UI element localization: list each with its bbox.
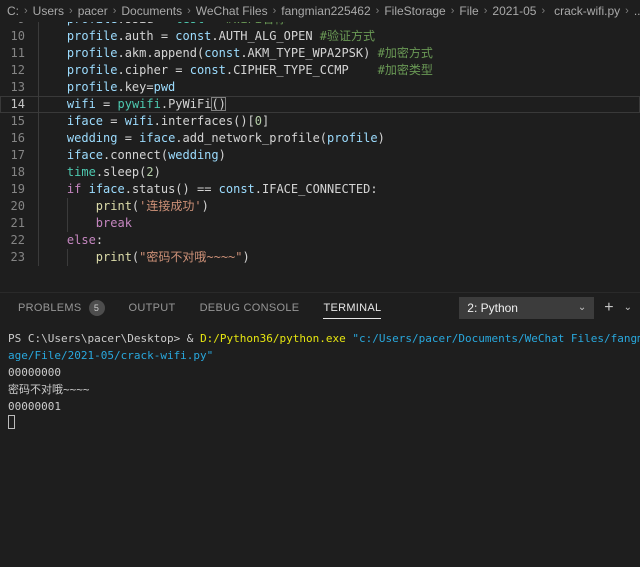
breadcrumb-separator: ›	[451, 5, 455, 17]
breadcrumb-symbol-more[interactable]: ...	[634, 4, 640, 18]
breadcrumb-item[interactable]: C:	[7, 4, 19, 18]
code-line-text: time.sleep(2)	[38, 164, 640, 181]
code-line-text: print("密码不对哦~~~~")	[38, 249, 640, 266]
code-line[interactable]: 12 profile.cipher = const.CIPHER_TYPE_CC…	[0, 62, 640, 79]
code-line[interactable]: 16 wedding = iface.add_network_profile(p…	[0, 130, 640, 147]
line-number: 15	[0, 113, 38, 130]
code-line-text: profile.auth = const.AUTH_ALG_OPEN #验证方式	[38, 28, 640, 45]
breadcrumb-file[interactable]: crack-wifi.py	[554, 4, 620, 18]
breadcrumb-separator: ›	[24, 5, 28, 17]
indent-guide	[67, 249, 68, 266]
breadcrumb-separator: ›	[187, 5, 191, 17]
problems-count-badge: 5	[89, 300, 105, 316]
code-line-text: break	[38, 215, 640, 232]
indent-guide	[38, 22, 39, 266]
panel-tab-problems[interactable]: PROBLEMS5	[18, 293, 105, 323]
code-line-text: wifi = pywifi.PyWiFi()	[38, 96, 640, 113]
code-line-text: iface = wifi.interfaces()[0]	[38, 113, 640, 130]
breadcrumb-separator: ›	[113, 5, 117, 17]
breadcrumb-item[interactable]: FileStorage	[384, 4, 445, 18]
terminal-select-value: 2: Python	[467, 301, 578, 315]
terminal-line: age/File/2021-05/crack-wifi.py"	[8, 347, 640, 364]
breadcrumb-separator: ›	[484, 5, 488, 17]
terminal-line: 密码不对哦~~~~	[8, 381, 640, 398]
terminal-cursor-line	[8, 415, 640, 432]
code-line[interactable]: 22 else:	[0, 232, 640, 249]
panel-tab-terminal[interactable]: TERMINAL	[323, 293, 381, 323]
panel-tabs: PROBLEMS5 OUTPUT DEBUG CONSOLE TERMINAL	[18, 293, 381, 323]
breadcrumb-item[interactable]: fangmian225462	[281, 4, 370, 18]
code-line[interactable]: 13 profile.key=pwd	[0, 79, 640, 96]
code-line[interactable]: 10 profile.auth = const.AUTH_ALG_OPEN #验…	[0, 28, 640, 45]
code-line[interactable]: 17 iface.connect(wedding)	[0, 147, 640, 164]
line-number: 12	[0, 62, 38, 79]
line-number: 23	[0, 249, 38, 266]
line-number: 20	[0, 198, 38, 215]
breadcrumb-item[interactable]: WeChat Files	[196, 4, 268, 18]
code-line[interactable]: 18 time.sleep(2)	[0, 164, 640, 181]
line-number: 13	[0, 79, 38, 96]
line-number: 11	[0, 45, 38, 62]
panel-header: PROBLEMS5 OUTPUT DEBUG CONSOLE TERMINAL 2: …	[0, 292, 640, 322]
code-line-text: wedding = iface.add_network_profile(prof…	[38, 130, 640, 147]
code-line[interactable]: 21 break	[0, 215, 640, 232]
terminal-select[interactable]: 2: Python ⌄	[459, 297, 594, 319]
code-line[interactable]: 19 if iface.status() == const.IFACE_CONN…	[0, 181, 640, 198]
terminal-cursor	[8, 415, 15, 429]
breadcrumb-separator: ›	[541, 5, 545, 17]
panel-tab-output[interactable]: OUTPUT	[129, 293, 176, 323]
code-line-text: print('连接成功')	[38, 198, 640, 215]
code-line[interactable]: 14 wifi = pywifi.PyWiFi()	[0, 96, 640, 113]
breadcrumb-separator: ›	[273, 5, 277, 17]
breadcrumb-separator: ›	[625, 5, 629, 17]
code-line[interactable]: 11 profile.akm.append(const.AKM_TYPE_WPA…	[0, 45, 640, 62]
indent-guide	[67, 198, 68, 232]
code-editor[interactable]: 9 profile.ssid = test #WiFi名称10 profile.…	[0, 22, 640, 292]
new-terminal-button[interactable]: +	[604, 300, 613, 316]
breadcrumb-separator: ›	[376, 5, 380, 17]
code-line-text: else:	[38, 232, 640, 249]
breadcrumb-separator: ›	[69, 5, 73, 17]
breadcrumb-item[interactable]: File	[459, 4, 478, 18]
breadcrumb-item[interactable]: Users	[33, 4, 64, 18]
line-number: 10	[0, 28, 38, 45]
code-line-text: profile.akm.append(const.AKM_TYPE_WPA2PS…	[38, 45, 640, 62]
breadcrumb-item[interactable]: pacer	[78, 4, 108, 18]
code-line-text: if iface.status() == const.IFACE_CONNECT…	[38, 181, 640, 198]
terminal-line: PS C:\Users\pacer\Desktop> & D:/Python36…	[8, 330, 640, 347]
line-number: 21	[0, 215, 38, 232]
terminal-content[interactable]: PS C:\Users\pacer\Desktop> & D:/Python36…	[0, 322, 640, 432]
breadcrumb-item[interactable]: Documents	[121, 4, 182, 18]
line-number: 14	[0, 96, 38, 113]
code-line-text: profile.key=pwd	[38, 79, 640, 96]
line-number: 22	[0, 232, 38, 249]
line-number: 17	[0, 147, 38, 164]
chevron-down-icon: ⌄	[578, 302, 586, 313]
line-number: 19	[0, 181, 38, 198]
terminal-more-chevron-icon[interactable]: ⌄	[624, 302, 632, 313]
code-line[interactable]: 20 print('连接成功')	[0, 198, 640, 215]
code-line-text: iface.connect(wedding)	[38, 147, 640, 164]
code-lines: 9 profile.ssid = test #WiFi名称10 profile.…	[0, 22, 640, 266]
terminal-line: 00000000	[8, 364, 640, 381]
code-line[interactable]: 23 print("密码不对哦~~~~")	[0, 249, 640, 266]
panel-actions: 2: Python ⌄ + ⌄	[459, 297, 632, 319]
breadcrumb: C: › Users › pacer › Documents › WeChat Files › fa…	[0, 0, 640, 22]
terminal-line: 00000001	[8, 398, 640, 415]
code-line-text: profile.cipher = const.CIPHER_TYPE_CCMP …	[38, 62, 640, 79]
line-number: 16	[0, 130, 38, 147]
code-line[interactable]: 15 iface = wifi.interfaces()[0]	[0, 113, 640, 130]
breadcrumb-item[interactable]: 2021-05	[492, 4, 536, 18]
line-number: 18	[0, 164, 38, 181]
panel-tab-debug-console[interactable]: DEBUG CONSOLE	[200, 293, 300, 323]
